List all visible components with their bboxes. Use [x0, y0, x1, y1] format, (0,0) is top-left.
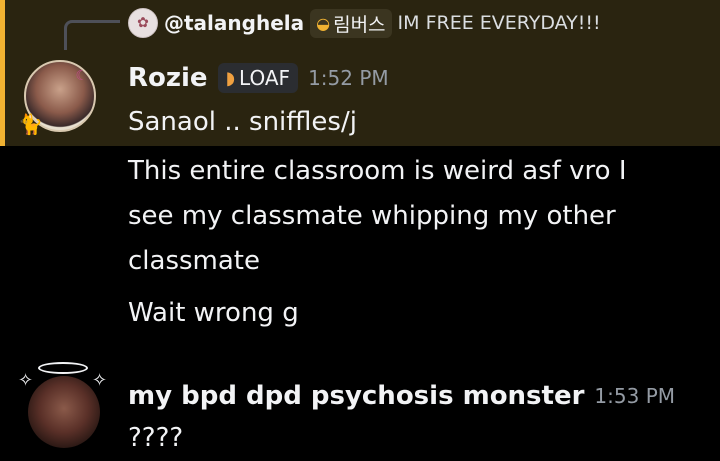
cat-icon: 🐈 [18, 112, 43, 136]
reply-text[interactable]: IM FREE EVERYDAY!!! [398, 12, 601, 34]
message-header: my bpd dpd psychosis monster 1:53 PM [128, 376, 675, 416]
timestamp[interactable]: 1:52 PM [308, 66, 389, 90]
message-text: ???? [128, 423, 184, 453]
timestamp[interactable]: 1:53 PM [594, 384, 675, 408]
halo-decoration [38, 362, 88, 374]
message-text: Sanaol .. sniffles/j [128, 107, 357, 137]
avatar[interactable]: ☾ 🐈 [18, 60, 96, 136]
message-text: This entire classroom is weird asf vro I [128, 156, 627, 186]
avatar[interactable] [28, 376, 100, 448]
message-header: Rozie ◗ LOAF 1:52 PM [128, 58, 389, 98]
wing-icon: ✧ [18, 370, 34, 391]
reply-preview[interactable]: ✿ @talanghela ◒ 림버스 IM FREE EVERYDAY!!! [128, 6, 601, 40]
username[interactable]: Rozie [128, 63, 208, 93]
moon-icon: ☾ [75, 68, 88, 84]
reply-connector [64, 20, 120, 50]
reply-username[interactable]: @talanghela [164, 11, 304, 35]
guild-tag[interactable]: ◗ LOAF [217, 63, 299, 93]
mention-bar [0, 0, 5, 146]
message-text: see my classmate whipping my other [128, 201, 616, 231]
message-text: classmate [128, 246, 260, 276]
guild-tag-label: LOAF [239, 66, 291, 90]
guild-tag[interactable]: ◒ 림버스 [310, 8, 392, 38]
message-text: Wait wrong g [128, 298, 299, 328]
bread-icon: ◗ [225, 67, 236, 89]
username[interactable]: my bpd dpd psychosis monster [128, 381, 584, 411]
wing-icon: ✧ [92, 370, 108, 391]
reply-avatar[interactable]: ✿ [128, 8, 158, 38]
guild-tag-label: 림버스 [333, 13, 386, 36]
helmet-icon: ◒ [316, 13, 331, 33]
